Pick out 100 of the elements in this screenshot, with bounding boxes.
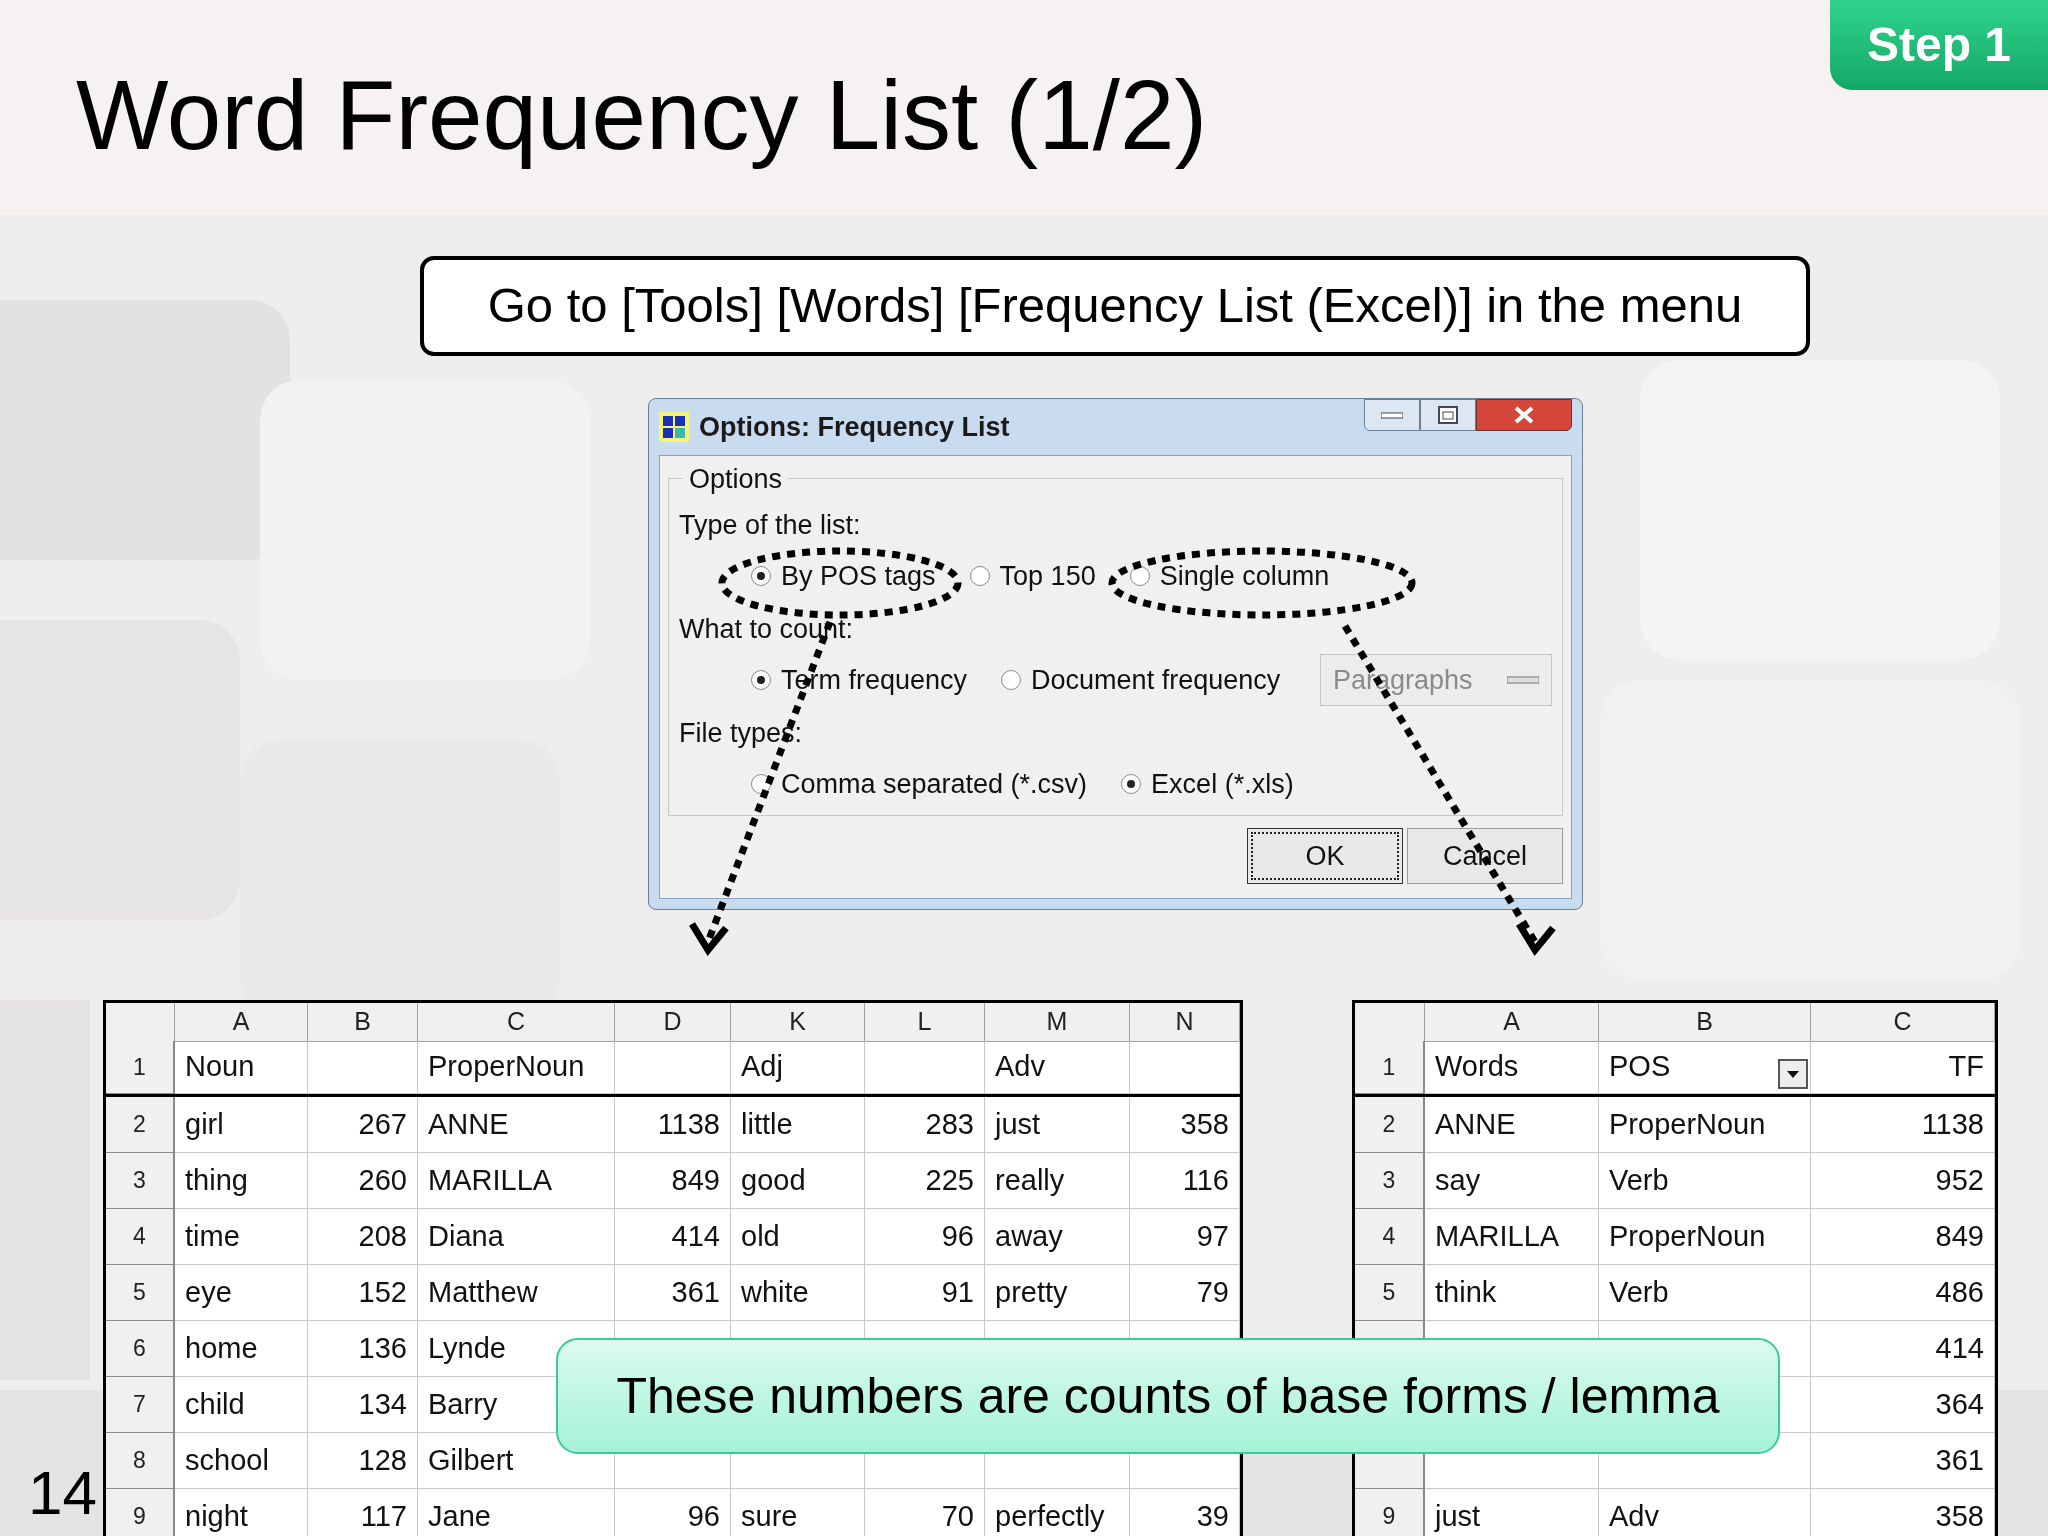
row-header[interactable]: 3 [1355, 1153, 1425, 1209]
row-header[interactable]: 1 [1355, 1041, 1425, 1094]
row-header[interactable]: 5 [106, 1265, 175, 1321]
table-cell: 96 [865, 1209, 985, 1265]
table-cell: 39 [1130, 1489, 1240, 1536]
table-cell: pretty [985, 1265, 1130, 1321]
minimize-button[interactable] [1364, 399, 1420, 431]
column-header[interactable]: N [1130, 1003, 1240, 1042]
radio-button[interactable] [1129, 566, 1150, 586]
radio-button[interactable] [1001, 670, 1022, 690]
table-cell: 91 [865, 1265, 985, 1321]
table-cell: 260 [308, 1153, 418, 1209]
table-cell: Diana [418, 1209, 615, 1265]
table-cell: sure [731, 1489, 865, 1536]
table-cell: 134 [308, 1377, 418, 1433]
column-header[interactable]: C [1811, 1003, 1995, 1042]
table-cell: 414 [615, 1209, 731, 1265]
table-cell: 358 [1130, 1097, 1240, 1153]
table-cell: 358 [1811, 1489, 1995, 1536]
row-header[interactable]: 3 [106, 1153, 175, 1209]
row-header[interactable]: 9 [106, 1489, 175, 1536]
table-cell: 152 [308, 1265, 418, 1321]
table-cell: TF [1811, 1041, 1995, 1094]
table-cell: home [175, 1321, 308, 1377]
row-header[interactable]: 4 [1355, 1209, 1425, 1265]
column-header[interactable]: K [731, 1003, 865, 1042]
radio-label: Top 150 [999, 559, 1096, 593]
radio-label: Document frequency [1031, 663, 1281, 697]
column-header[interactable]: M [985, 1003, 1130, 1042]
table-cell: 361 [615, 1265, 731, 1321]
row-header[interactable]: 8 [106, 1433, 175, 1489]
dropdown-icon [1507, 675, 1539, 685]
table-cell: little [731, 1097, 865, 1153]
section-label: Type of the list: [679, 509, 862, 542]
row-header[interactable]: 2 [106, 1097, 175, 1153]
table-cell: 225 [865, 1153, 985, 1209]
column-header[interactable]: B [1599, 1003, 1811, 1042]
instruction-box: Go to [Tools] [Words] [Frequency List (Excel)] in the menu [420, 256, 1810, 356]
radio-label: Single column [1159, 559, 1330, 593]
row-header[interactable]: 7 [106, 1377, 175, 1433]
table-cell: 136 [308, 1321, 418, 1377]
table-cell: Adv [1599, 1489, 1811, 1536]
table-cell: Matthew [418, 1265, 615, 1321]
table-cell: Adv [985, 1041, 1130, 1094]
table-cell: ProperNoun [1599, 1209, 1811, 1265]
slide-number: 14 [28, 1457, 97, 1529]
table-cell: Adj [731, 1041, 865, 1094]
row-header[interactable]: 4 [106, 1209, 175, 1265]
row-header[interactable]: 1 [106, 1041, 175, 1094]
table-cell: MARILLA [1425, 1209, 1599, 1265]
table-cell: ANNE [1425, 1097, 1599, 1153]
table-cell: ProperNoun [418, 1041, 615, 1094]
table-cell: 414 [1811, 1321, 1995, 1377]
close-button[interactable] [1476, 399, 1572, 431]
caret-icon [1787, 1070, 1799, 1078]
corner-cell [106, 1003, 175, 1042]
table-cell: 97 [1130, 1209, 1240, 1265]
dialog-button[interactable]: Cancel [1407, 828, 1563, 884]
table-cell: perfectly [985, 1489, 1130, 1536]
column-header[interactable]: A [1425, 1003, 1599, 1042]
table-cell: 267 [308, 1097, 418, 1153]
table-cell: 361 [1811, 1433, 1995, 1489]
table-cell: Verb [1599, 1153, 1811, 1209]
table-cell: say [1425, 1153, 1599, 1209]
radio-button[interactable] [1121, 774, 1142, 794]
row-header[interactable]: 2 [1355, 1097, 1425, 1153]
column-header[interactable]: L [865, 1003, 985, 1042]
table-cell: 849 [1811, 1209, 1995, 1265]
table-cell: child [175, 1377, 308, 1433]
table-cell: white [731, 1265, 865, 1321]
column-header[interactable]: C [418, 1003, 615, 1042]
dialog-button[interactable]: OK [1247, 828, 1403, 884]
table-cell: 79 [1130, 1265, 1240, 1321]
window-title: Options: Frequency List [699, 410, 1010, 444]
column-header[interactable]: B [308, 1003, 418, 1042]
maximize-button[interactable] [1420, 399, 1476, 431]
radio-button[interactable] [751, 566, 771, 586]
table-cell: time [175, 1209, 308, 1265]
radio-label: Comma separated (*.csv) [781, 767, 1088, 801]
minimize-icon [1381, 411, 1403, 419]
table-cell: 486 [1811, 1265, 1995, 1321]
table-cell: 96 [615, 1489, 731, 1536]
radio-button[interactable] [969, 566, 990, 586]
column-header[interactable]: D [615, 1003, 731, 1042]
table-cell: Verb [1599, 1265, 1811, 1321]
radio-label: Term frequency [781, 663, 968, 697]
table-cell: ProperNoun [1599, 1097, 1811, 1153]
column-header[interactable]: A [175, 1003, 308, 1042]
callout-tooltip: These numbers are counts of base forms / lemma [556, 1338, 1780, 1454]
filter-button[interactable] [1778, 1059, 1808, 1089]
corner-cell [1355, 1003, 1425, 1042]
table-cell: Jane [418, 1489, 615, 1536]
table-cell: girl [175, 1097, 308, 1153]
table-cell: night [175, 1489, 308, 1536]
radio-button[interactable] [751, 670, 771, 690]
table-cell: 849 [615, 1153, 731, 1209]
row-header[interactable]: 9 [1355, 1489, 1425, 1536]
row-header[interactable]: 5 [1355, 1265, 1425, 1321]
close-icon [1513, 406, 1535, 424]
row-header[interactable]: 6 [106, 1321, 175, 1377]
